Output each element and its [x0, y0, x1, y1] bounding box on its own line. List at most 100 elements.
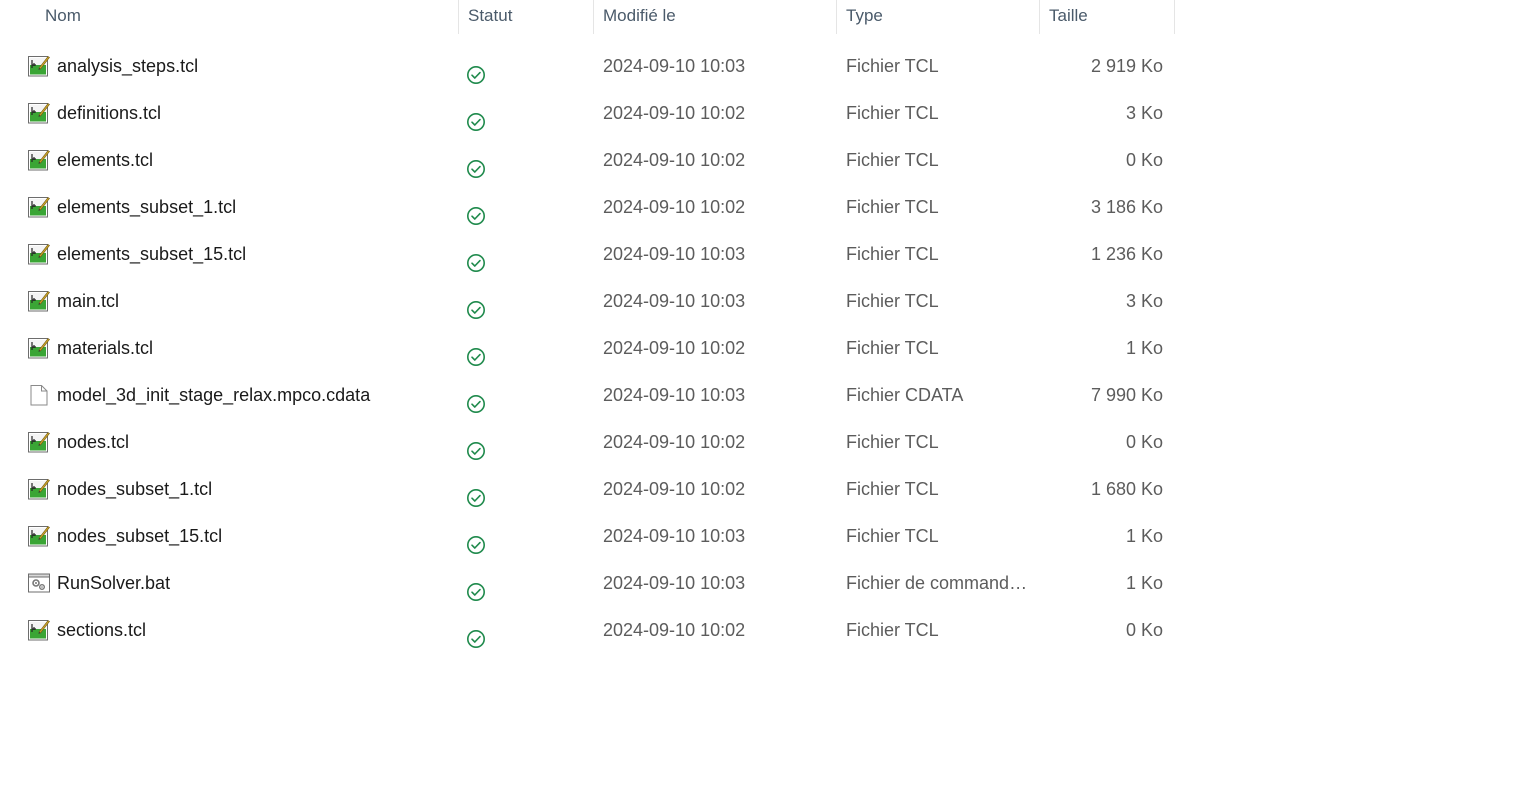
- file-row[interactable]: definitions.tcl 2024-09-10 10:02 Fichier T…: [0, 90, 1175, 137]
- file-size: 1 Ko: [1125, 526, 1163, 546]
- synced-check-icon: [466, 432, 486, 460]
- file-row[interactable]: sections.tcl 2024-09-10 10:02 Fichier TCL 0…: [0, 607, 1175, 654]
- synced-check-icon: [466, 573, 486, 601]
- tcl-file-icon: [27, 101, 51, 125]
- modified-date: 2024-09-10 10:02: [603, 432, 746, 452]
- modified-date: 2024-09-10 10:02: [603, 338, 746, 358]
- file-row[interactable]: nodes.tcl 2024-09-10 10:02 Fichier TCL 0 Ko: [0, 419, 1175, 466]
- file-size: 1 Ko: [1125, 338, 1163, 358]
- status-cell: [466, 90, 488, 137]
- synced-check-icon: [466, 197, 486, 225]
- tcl-file-icon: [27, 430, 51, 454]
- modified-date: 2024-09-10 10:03: [603, 385, 746, 405]
- file-type: Fichier TCL: [846, 291, 939, 311]
- file-row[interactable]: RunSolver.bat 2024-09-10 10:03 Fichier de …: [0, 560, 1175, 607]
- modified-date: 2024-09-10 10:02: [603, 103, 746, 123]
- status-cell: [466, 278, 488, 325]
- synced-check-icon: [466, 338, 486, 366]
- column-divider[interactable]: [1174, 0, 1175, 34]
- file-name: materials.tcl: [57, 338, 154, 358]
- tcl-file-icon: [27, 336, 51, 360]
- status-cell: [466, 607, 488, 654]
- tcl-file-icon: [27, 524, 51, 548]
- file-type: Fichier TCL: [846, 56, 939, 76]
- file-name: definitions.tcl: [57, 103, 162, 123]
- status-cell: [466, 325, 488, 372]
- file-row[interactable]: elements_subset_1.tcl 2024-09-10 10:02 Fic…: [0, 184, 1175, 231]
- file-name: elements_subset_15.tcl: [57, 244, 247, 264]
- file-name: nodes_subset_15.tcl: [57, 526, 223, 546]
- column-header-name[interactable]: Nom: [36, 0, 457, 34]
- status-cell: [466, 466, 488, 513]
- file-name: sections.tcl: [57, 620, 147, 640]
- modified-date: 2024-09-10 10:03: [603, 573, 746, 593]
- column-header-status[interactable]: Statut: [459, 0, 592, 34]
- modified-date: 2024-09-10 10:02: [603, 620, 746, 640]
- synced-check-icon: [466, 150, 486, 178]
- file-name: elements_subset_1.tcl: [57, 197, 237, 217]
- modified-date: 2024-09-10 10:03: [603, 526, 746, 546]
- tcl-file-icon: [27, 618, 51, 642]
- modified-date: 2024-09-10 10:02: [603, 150, 746, 170]
- tcl-file-icon: [27, 54, 51, 78]
- file-size: 0 Ko: [1125, 432, 1163, 452]
- synced-check-icon: [466, 526, 486, 554]
- synced-check-icon: [466, 385, 486, 413]
- tcl-file-icon: [27, 148, 51, 172]
- file-name: nodes.tcl: [57, 432, 130, 452]
- file-name: RunSolver.bat: [57, 573, 171, 593]
- file-type: Fichier CDATA: [846, 385, 964, 405]
- file-size: 2 919 Ko: [1090, 56, 1163, 76]
- file-type: Fichier TCL: [846, 526, 939, 546]
- column-header-bar: Nom Statut Modifié le Type Taille: [0, 0, 1175, 34]
- file-name: main.tcl: [57, 291, 120, 311]
- tcl-file-icon: [27, 477, 51, 501]
- tcl-file-icon: [27, 195, 51, 219]
- status-cell: [466, 43, 488, 90]
- file-name: elements.tcl: [57, 150, 154, 170]
- file-type: Fichier TCL: [846, 244, 939, 264]
- file-size: 3 Ko: [1125, 291, 1163, 311]
- file-row[interactable]: nodes_subset_1.tcl 2024-09-10 10:02 Fichie…: [0, 466, 1175, 513]
- file-name: nodes_subset_1.tcl: [57, 479, 213, 499]
- file-type: Fichier de commande...: [846, 573, 1031, 593]
- column-header-type[interactable]: Type: [837, 0, 1039, 34]
- modified-date: 2024-09-10 10:02: [603, 197, 746, 217]
- file-row[interactable]: elements.tcl 2024-09-10 10:02 Fichier TCL 0…: [0, 137, 1175, 184]
- file-type: Fichier TCL: [846, 479, 939, 499]
- file-type: Fichier TCL: [846, 197, 939, 217]
- tcl-file-icon: [27, 289, 51, 313]
- file-row[interactable]: materials.tcl 2024-09-10 10:02 Fichier TCL…: [0, 325, 1175, 372]
- modified-date: 2024-09-10 10:03: [603, 244, 746, 264]
- file-row[interactable]: main.tcl 2024-09-10 10:03 Fichier TCL 3 Ko: [0, 278, 1175, 325]
- batch-file-icon: [27, 571, 51, 595]
- synced-check-icon: [466, 103, 486, 131]
- status-cell: [466, 560, 488, 607]
- file-size: 3 186 Ko: [1090, 197, 1163, 217]
- file-size: 1 Ko: [1125, 573, 1163, 593]
- file-row[interactable]: model_3d_init_stage_relax.mpco.cdata 2024…: [0, 372, 1175, 419]
- file-list: analysis_steps.tcl 2024-09-10 10:03 Fichie…: [0, 43, 1175, 654]
- column-header-modified[interactable]: Modifié le: [594, 0, 835, 34]
- file-type: Fichier TCL: [846, 150, 939, 170]
- file-row[interactable]: nodes_subset_15.tcl 2024-09-10 10:03 Fichi…: [0, 513, 1175, 560]
- synced-check-icon: [466, 620, 486, 648]
- file-size: 0 Ko: [1125, 150, 1163, 170]
- status-cell: [466, 513, 488, 560]
- file-size: 7 990 Ko: [1090, 385, 1163, 405]
- file-row[interactable]: analysis_steps.tcl 2024-09-10 10:03 Fichie…: [0, 43, 1175, 90]
- synced-check-icon: [466, 291, 486, 319]
- synced-check-icon: [466, 479, 486, 507]
- file-size: 3 Ko: [1125, 103, 1163, 123]
- file-row[interactable]: elements_subset_15.tcl 2024-09-10 10:03 Fi…: [0, 231, 1175, 278]
- synced-check-icon: [466, 56, 486, 84]
- status-cell: [466, 137, 488, 184]
- file-size: 1 236 Ko: [1090, 244, 1163, 264]
- column-header-size[interactable]: Taille: [1040, 0, 1174, 34]
- file-size: 1 680 Ko: [1090, 479, 1163, 499]
- status-cell: [466, 372, 488, 419]
- tcl-file-icon: [27, 242, 51, 266]
- modified-date: 2024-09-10 10:03: [603, 291, 746, 311]
- synced-check-icon: [466, 244, 486, 272]
- file-name: analysis_steps.tcl: [57, 56, 199, 76]
